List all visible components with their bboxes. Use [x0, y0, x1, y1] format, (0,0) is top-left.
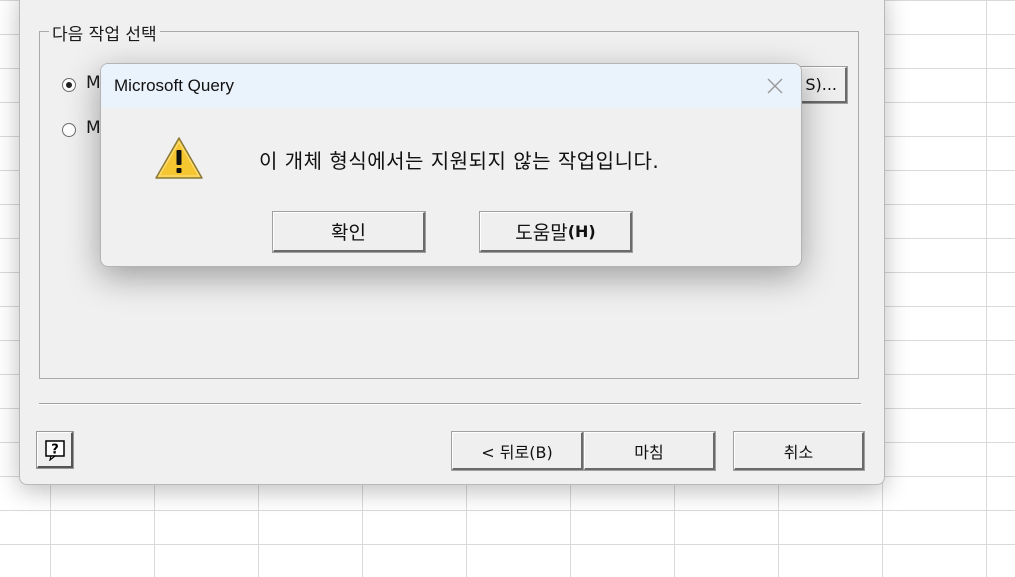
close-button[interactable] [757, 72, 793, 100]
option-radio-1[interactable] [62, 78, 76, 92]
ok-button[interactable]: 확인 [272, 211, 426, 253]
separator [39, 403, 861, 405]
option-radio-2[interactable] [62, 123, 76, 137]
message-box-title: Microsoft Query [114, 76, 234, 95]
help-button[interactable]: 도움말 (H) [479, 211, 633, 253]
help-icon: ? [44, 439, 65, 461]
message-box: Microsoft Query 이 개체 형식에서는 지원되지 않는 작업입니다… [100, 63, 802, 267]
cancel-button[interactable]: 취소 [733, 431, 865, 471]
wizard-help-button[interactable]: ? [36, 431, 74, 469]
message-text: 이 개체 형식에서는 지원되지 않는 작업입니다. [259, 149, 660, 173]
svg-text:?: ? [51, 442, 59, 457]
option-label-2: M [86, 118, 101, 138]
option-label-1: M [86, 73, 101, 93]
finish-button[interactable]: 마침 [583, 431, 716, 471]
close-icon [767, 78, 783, 94]
warning-icon [155, 137, 203, 179]
help-button-label: 도움말 [515, 222, 568, 244]
help-button-accelerator: (H) [567, 222, 596, 241]
group-label: 다음 작업 선택 [49, 20, 160, 45]
back-button[interactable]: < 뒤로(B) [451, 431, 584, 471]
